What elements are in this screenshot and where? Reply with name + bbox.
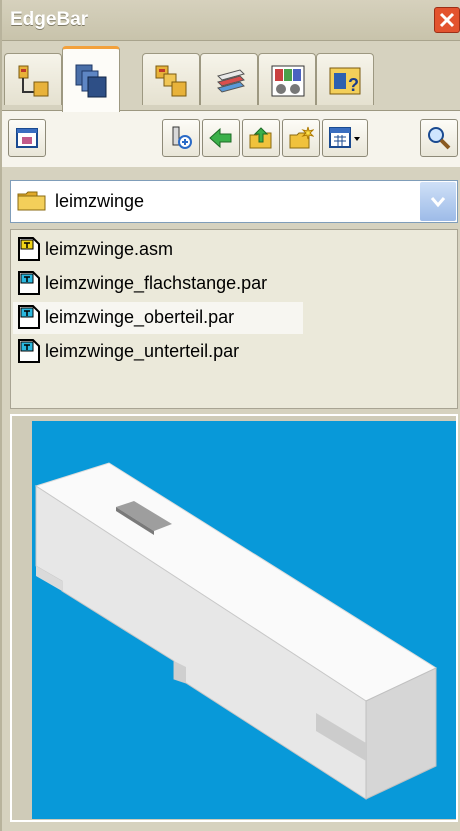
part-file-icon (18, 339, 40, 363)
file-name: leimzwinge.asm (45, 239, 174, 259)
up-folder-button[interactable] (242, 119, 280, 157)
tab-help[interactable]: ? (316, 53, 374, 105)
current-folder-label: leimzwinge (55, 191, 145, 211)
list-item[interactable]: leimzwinge_unterteil.par (13, 336, 313, 368)
list-item[interactable]: leimzwinge_flachstange.par (13, 268, 373, 300)
new-folder-icon (289, 126, 314, 149)
assembly-file-icon (18, 237, 40, 261)
tab-layers[interactable] (200, 53, 258, 105)
chevron-down-icon (430, 197, 446, 208)
tab-feature-pathfinder[interactable] (4, 53, 62, 105)
select-tool-icon (172, 126, 192, 149)
close-icon (439, 12, 455, 28)
search-icon (428, 127, 451, 150)
file-name: leimzwinge_flachstange.par (45, 273, 268, 293)
part-3d-preview (34, 462, 438, 800)
part-file-icon (18, 271, 40, 295)
layers-tab-icon (217, 69, 245, 93)
tab-assembly-pathfinder[interactable] (142, 53, 200, 105)
select-tool-button[interactable] (162, 119, 200, 157)
color-manager-tab-icon (271, 65, 305, 97)
view-options-icon (329, 127, 360, 148)
preview-viewport (10, 414, 458, 822)
assembly-pathfinder-tab-icon (155, 65, 187, 97)
search-button[interactable] (420, 119, 458, 157)
feature-pathfinder-tab-icon (18, 65, 49, 97)
preview-canvas (32, 421, 456, 819)
file-name: leimzwinge_unterteil.par (45, 341, 240, 361)
file-name: leimzwinge_oberteil.par (45, 307, 235, 327)
part-library-tab-icon (75, 64, 107, 98)
back-button[interactable] (202, 119, 240, 157)
folder-dropdown[interactable]: leimzwinge (10, 180, 458, 223)
view-options-button[interactable] (322, 119, 368, 157)
edgebar-panel: EdgeBar ? leimzwinge leimzwinge.asm leim… (0, 0, 460, 831)
toolbar (2, 111, 460, 167)
svg-text:?: ? (348, 75, 359, 95)
file-list: leimzwinge.asm leimzwinge_flachstange.pa… (10, 229, 458, 409)
new-folder-button[interactable] (282, 119, 320, 157)
folder-icon (17, 191, 46, 211)
tab-strip: ? (2, 41, 460, 112)
window-title: EdgeBar (10, 9, 89, 30)
new-window-button[interactable] (8, 119, 46, 157)
part-file-icon (18, 305, 40, 329)
tab-part-library[interactable] (62, 46, 120, 112)
tab-color-manager[interactable] (258, 53, 316, 105)
list-item[interactable]: leimzwinge.asm (13, 234, 253, 266)
up-folder-icon (249, 127, 272, 149)
list-item[interactable]: leimzwinge_oberteil.par (13, 302, 303, 334)
back-arrow-icon (209, 127, 232, 149)
close-button[interactable] (434, 7, 460, 33)
folder-dropdown-button[interactable] (420, 182, 456, 221)
help-tab-icon: ? (329, 67, 361, 95)
title-bar: EdgeBar (2, 0, 460, 41)
new-window-icon (16, 128, 38, 148)
